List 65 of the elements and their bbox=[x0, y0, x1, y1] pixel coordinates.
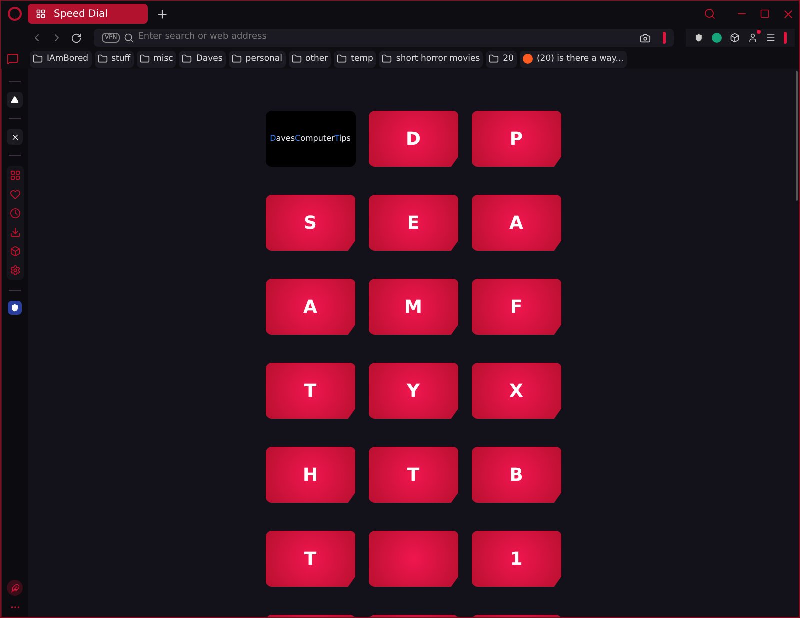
bookmark[interactable]: short horror movies bbox=[379, 50, 484, 68]
shortcut-tile[interactable]: A bbox=[266, 279, 356, 335]
close-icon[interactable] bbox=[782, 8, 795, 20]
settings-icon[interactable] bbox=[10, 265, 20, 276]
maximize-icon[interactable] bbox=[760, 9, 770, 19]
shortcut-tile[interactable]: Y bbox=[368, 363, 458, 419]
site-favicon-icon bbox=[522, 54, 533, 64]
shortcut-tile[interactable]: S bbox=[266, 195, 356, 251]
accent-bar bbox=[663, 32, 666, 44]
folder-icon bbox=[292, 54, 302, 64]
shield-extension-icon[interactable] bbox=[694, 33, 704, 43]
shortcut-tile[interactable] bbox=[368, 531, 458, 587]
folder-icon bbox=[489, 54, 500, 64]
shortcut-tile[interactable]: 1 bbox=[472, 531, 562, 587]
speed-dial-icon[interactable] bbox=[10, 170, 20, 181]
reload-icon[interactable] bbox=[71, 32, 82, 44]
profile-icon[interactable] bbox=[748, 33, 758, 43]
shortcut-tile[interactable]: D bbox=[368, 111, 458, 167]
bookmark[interactable]: temp bbox=[334, 50, 376, 68]
shortcut-tile[interactable]: T bbox=[266, 363, 356, 419]
shortcut-tile[interactable]: T bbox=[368, 447, 458, 503]
pen-icon[interactable] bbox=[7, 580, 23, 596]
folder-icon bbox=[98, 54, 108, 64]
folder-icon bbox=[232, 54, 242, 64]
heart-icon[interactable] bbox=[10, 189, 20, 200]
snapshot-icon[interactable] bbox=[640, 32, 651, 44]
shortcut-tile[interactable]: P bbox=[472, 111, 562, 167]
shortcut-tile[interactable]: M bbox=[368, 279, 458, 335]
accent-bar bbox=[784, 32, 787, 44]
x-sidebar-icon[interactable] bbox=[7, 129, 23, 145]
scrollbar-thumb[interactable] bbox=[796, 71, 798, 201]
folder-icon bbox=[33, 54, 43, 64]
folder-icon bbox=[182, 54, 192, 64]
menu-icon[interactable] bbox=[766, 33, 776, 43]
address-input[interactable]: Enter search or web address bbox=[138, 31, 636, 45]
history-icon[interactable] bbox=[10, 208, 20, 219]
shortcut-tile[interactable]: DavesComputerTips bbox=[266, 111, 356, 167]
shortcut-tile[interactable]: F bbox=[472, 279, 562, 335]
shortcut-tile[interactable]: A bbox=[472, 195, 562, 251]
bookmark[interactable]: misc bbox=[136, 50, 176, 68]
bookmark[interactable]: personal bbox=[228, 50, 286, 68]
shortcut-tile[interactable]: T bbox=[266, 531, 356, 587]
shortcut-tile[interactable]: B bbox=[472, 447, 562, 503]
bookmark[interactable]: 20 bbox=[486, 50, 517, 68]
bookmark[interactable]: Daves bbox=[179, 50, 226, 68]
download-icon[interactable] bbox=[10, 227, 20, 238]
bookmark[interactable]: IAmBored bbox=[30, 50, 92, 68]
bookmark[interactable]: (20) is there a way... bbox=[520, 50, 627, 68]
shield-sidebar-icon[interactable] bbox=[8, 301, 22, 315]
bookmark[interactable]: stuff bbox=[94, 50, 134, 68]
search-icon[interactable] bbox=[704, 8, 716, 20]
new-tab-icon[interactable] bbox=[156, 8, 169, 20]
shortcut-tile[interactable]: E bbox=[368, 195, 458, 251]
folder-icon bbox=[382, 54, 392, 64]
site-logo-text: DavesComputerTips bbox=[270, 133, 351, 145]
browser-logo-icon[interactable] bbox=[8, 7, 22, 21]
bookmark[interactable]: other bbox=[288, 50, 332, 68]
search-icon bbox=[124, 33, 134, 43]
browser-tab[interactable]: Speed Dial bbox=[28, 4, 148, 24]
shortcut-tile[interactable]: X bbox=[472, 363, 562, 419]
folder-icon bbox=[140, 54, 150, 64]
speed-dial-icon bbox=[36, 9, 46, 19]
folder-icon bbox=[337, 54, 348, 64]
shortcut-tile[interactable]: H bbox=[266, 447, 356, 503]
chat-icon[interactable] bbox=[7, 53, 19, 65]
